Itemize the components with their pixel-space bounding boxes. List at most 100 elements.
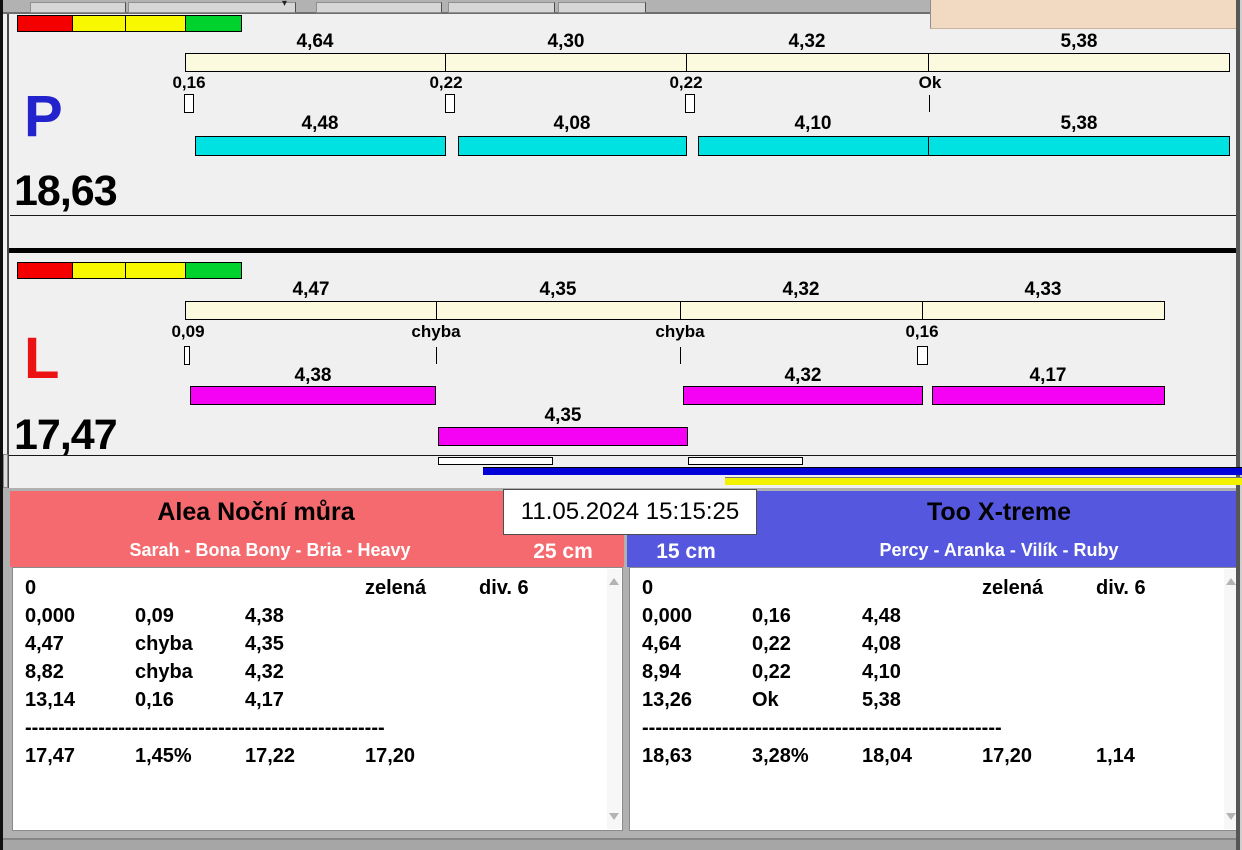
l-lap-bar-segment xyxy=(436,301,681,320)
table-row: 0,000 0,16 4,48 xyxy=(642,605,901,627)
indicator-yellow-segment xyxy=(72,262,126,279)
p-split-bar-segment xyxy=(458,136,687,156)
l-lap-bar-segment xyxy=(680,301,923,320)
p-total-time: 18,63 xyxy=(14,167,118,215)
l-lap-time-label: 4,32 xyxy=(782,279,820,300)
table-body: 0 zelená div. 6 0,000 0,16 4,48 4,64 0,2… xyxy=(630,575,1223,771)
traffic-light-indicator-p xyxy=(17,15,242,32)
l-split-time-label: 4,17 xyxy=(1029,365,1067,386)
run-letter-p: P xyxy=(24,84,63,149)
table-body: 0 zelená div. 6 0,000 0,09 4,38 4,47 chy… xyxy=(13,575,606,771)
toolbar-fragment xyxy=(30,2,126,13)
left-jump-height-badge: 25 cm xyxy=(533,540,593,563)
p-lap-bar-segment xyxy=(445,53,687,72)
p-lap-time-label: 4,30 xyxy=(547,31,585,52)
table-row: 4,47 chyba 4,35 xyxy=(25,633,284,655)
l-gate-label: 0,09 xyxy=(171,322,205,341)
p-lap-time-label: 4,64 xyxy=(296,31,334,52)
traffic-light-indicator-l xyxy=(17,262,242,279)
l-gate-tick-box xyxy=(917,346,928,365)
l-lap-bar-segment xyxy=(922,301,1165,320)
l-gate-label: 0,16 xyxy=(905,322,939,341)
l-gate-label: chyba xyxy=(655,322,705,341)
timestamp-display: 11.05.2024 15:15:25 xyxy=(503,489,757,535)
table-row: 13,26 Ok 5,38 xyxy=(642,689,901,711)
p-gate-label: Ok xyxy=(918,73,942,92)
toolbar-fragment xyxy=(448,2,555,13)
p-split-bar-segment xyxy=(195,136,446,156)
run-letter-l: L xyxy=(24,326,60,391)
panel-divider-line xyxy=(8,455,1237,456)
toolbar-fragment xyxy=(558,2,646,13)
blue-progress-bar xyxy=(483,467,1242,475)
p-split-time-label: 4,48 xyxy=(301,113,339,134)
p-gate-tick-line xyxy=(929,95,930,112)
p-gate-tick-box xyxy=(184,94,194,113)
empty-split-bar xyxy=(438,457,553,465)
p-lap-bar-segment xyxy=(185,53,446,72)
scroll-down-arrow-icon[interactable] xyxy=(1226,813,1236,820)
table-row: 0,000 0,09 4,38 xyxy=(25,605,284,627)
l-split-below-label: 4,35 xyxy=(544,405,582,426)
table-row: 8,94 0,22 4,10 xyxy=(642,661,901,683)
left-team-title: Alea Noční můra xyxy=(157,498,355,526)
indicator-green-segment xyxy=(185,15,242,32)
panel-divider-line xyxy=(10,215,1236,216)
indicator-yellow-segment xyxy=(125,15,186,32)
p-split-time-label: 4,10 xyxy=(794,113,832,134)
table-row: ----------------------------------------… xyxy=(642,717,1002,739)
l-lap-time-label: 4,35 xyxy=(539,279,577,300)
right-jump-height-badge: 15 cm xyxy=(656,540,716,563)
l-gate-label: chyba xyxy=(411,322,461,341)
l-split-time-label: 4,38 xyxy=(294,365,332,386)
window-inner-border xyxy=(7,14,9,488)
bottom-strip xyxy=(0,840,1242,850)
thick-section-divider xyxy=(8,248,1237,253)
l-split-time-label: 4,32 xyxy=(784,365,822,386)
l-split-bar-segment xyxy=(190,386,436,405)
indicator-yellow-segment xyxy=(72,15,126,32)
results-table-left[interactable]: 0 zelená div. 6 0,000 0,09 4,38 4,47 chy… xyxy=(12,567,623,831)
table-row: 4,64 0,22 4,08 xyxy=(642,633,901,655)
dropdown-arrow-icon[interactable]: ▾ xyxy=(282,0,287,9)
scroll-up-arrow-icon[interactable] xyxy=(609,578,619,585)
l-gate-tick-line xyxy=(436,347,437,364)
empty-split-bar xyxy=(688,457,803,465)
table-row: 0 zelená div. 6 xyxy=(642,577,1146,599)
p-lap-bar-segment xyxy=(928,53,1230,72)
window-left-border xyxy=(0,0,3,850)
p-gate-tick-box xyxy=(445,94,455,113)
right-team-members: Percy - Aranka - Vilík - Ruby xyxy=(879,540,1119,560)
l-gate-tick-line xyxy=(680,347,681,364)
l-total-time: 17,47 xyxy=(14,411,118,459)
table-row: 8,82 chyba 4,32 xyxy=(25,661,284,683)
table-scrollbar[interactable] xyxy=(607,569,621,829)
p-lap-time-label: 5,38 xyxy=(1060,31,1098,52)
left-scrollbar-fragment[interactable] xyxy=(3,454,8,488)
toolbar-fragment xyxy=(316,2,442,13)
p-split-bar-segment xyxy=(698,136,929,156)
scroll-down-arrow-icon[interactable] xyxy=(609,813,619,820)
timing-app-window: ▾ P 4,64 4,30 4,32 5,38 0,16 0,22 0,22 O… xyxy=(0,0,1242,850)
scroll-up-arrow-icon[interactable] xyxy=(1226,578,1236,585)
p-split-time-label: 5,38 xyxy=(1060,113,1098,134)
table-row: 18,63 3,28% 18,04 17,20 1,14 xyxy=(642,745,1135,767)
p-gate-label: 0,22 xyxy=(669,73,703,92)
left-team-members: Sarah - Bona Bony - Bria - Heavy xyxy=(129,540,411,560)
toolbar-fragment xyxy=(128,2,296,13)
l-lap-bar-segment xyxy=(185,301,437,320)
p-split-bar-segment xyxy=(928,136,1230,156)
table-row: 13,14 0,16 4,17 xyxy=(25,689,284,711)
results-table-right[interactable]: 0 zelená div. 6 0,000 0,16 4,48 4,64 0,2… xyxy=(629,567,1240,831)
p-lap-time-label: 4,32 xyxy=(788,31,826,52)
p-split-time-label: 4,08 xyxy=(553,113,591,134)
table-row: ----------------------------------------… xyxy=(25,717,385,739)
p-lap-bar-segment xyxy=(686,53,929,72)
indicator-yellow-segment xyxy=(125,262,186,279)
l-lap-time-label: 4,33 xyxy=(1024,279,1062,300)
indicator-red-segment xyxy=(17,262,73,279)
table-row: 17,47 1,45% 17,22 17,20 xyxy=(25,745,416,767)
l-split-bar-segment-below xyxy=(438,427,688,446)
indicator-red-segment xyxy=(17,15,73,32)
right-team-title: Too X-treme xyxy=(927,498,1071,526)
